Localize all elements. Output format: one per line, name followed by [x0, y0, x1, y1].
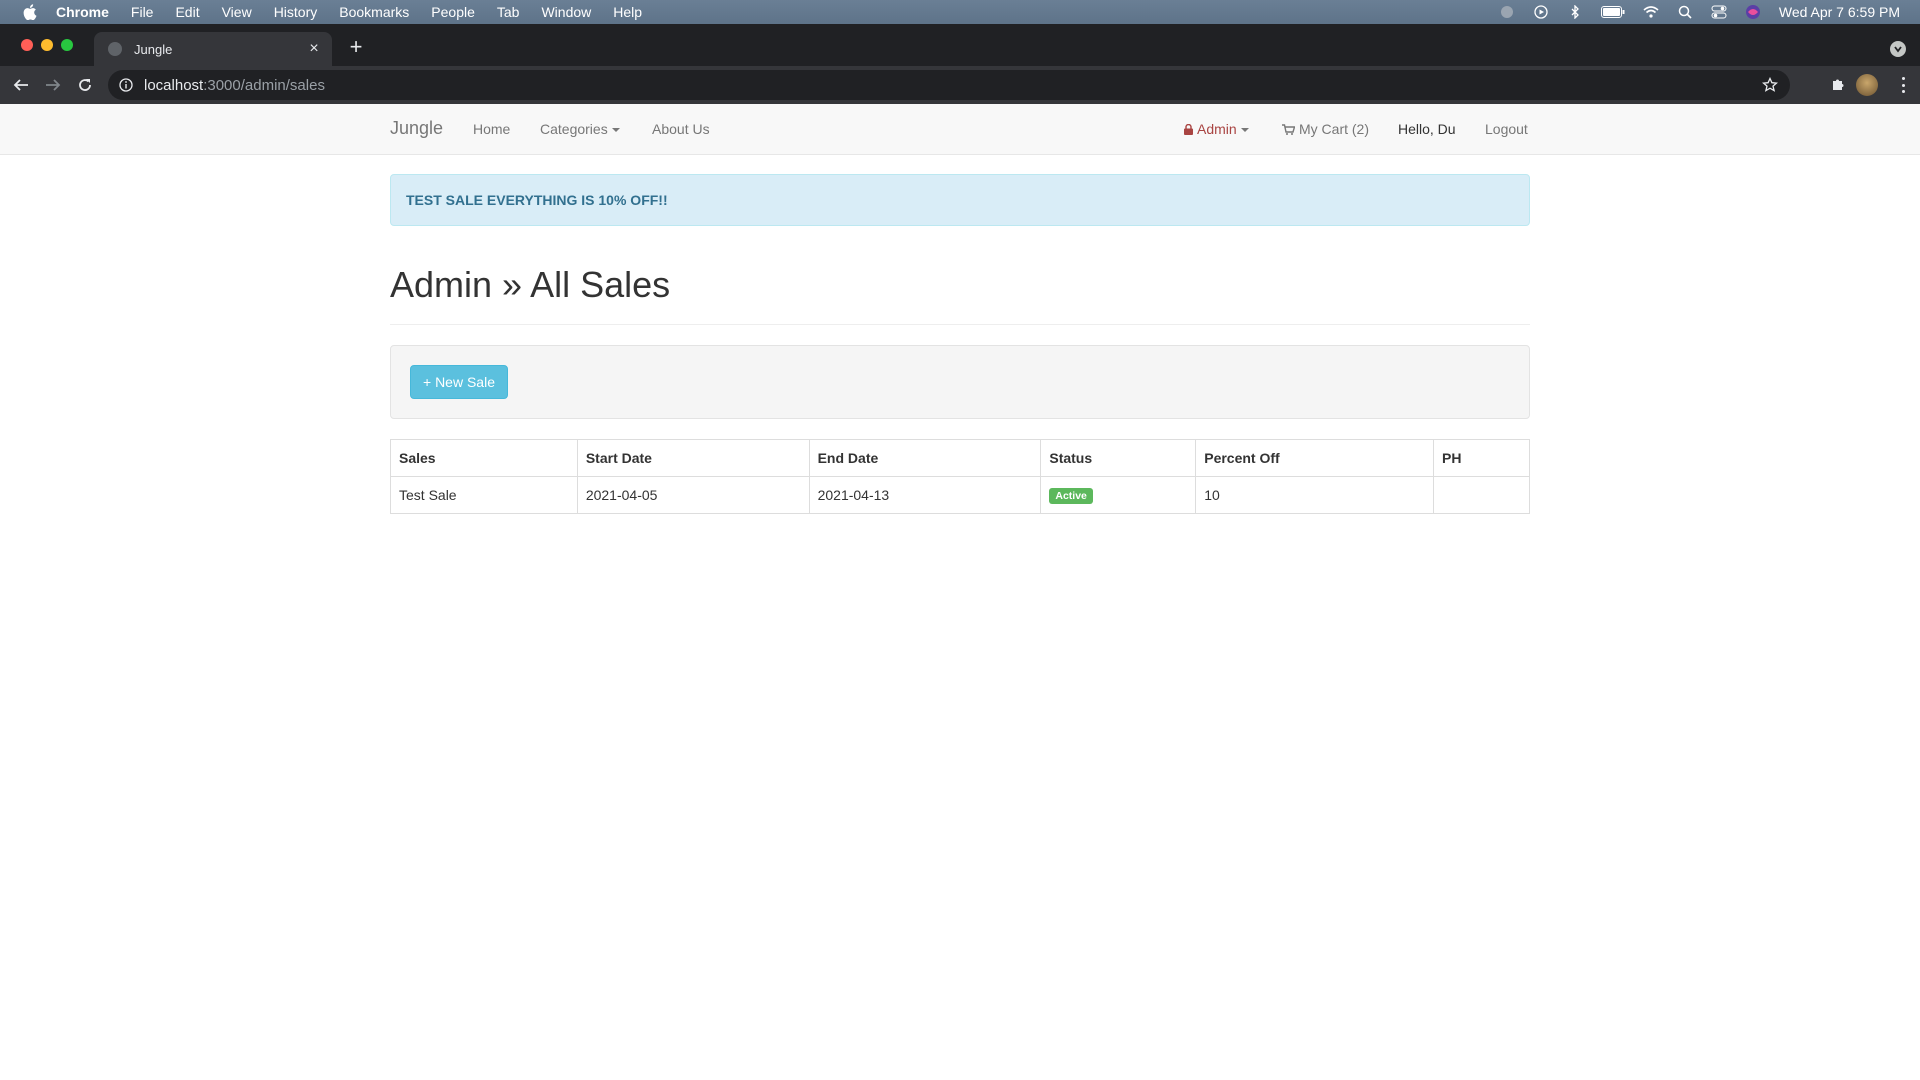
table-header-row: Sales Start Date End Date Status Percent…: [390, 439, 1530, 477]
column-header-percent-off: Percent Off: [1195, 439, 1435, 477]
globe-icon: [108, 42, 122, 56]
title-divider: [390, 324, 1530, 325]
nav-my-cart-label: My Cart (2): [1299, 121, 1369, 137]
reload-icon[interactable]: [75, 75, 95, 95]
column-header-status: Status: [1040, 439, 1197, 477]
tab-title: Jungle: [134, 41, 173, 57]
sales-table: Sales Start Date End Date Status Percent…: [390, 439, 1530, 514]
page-title: Admin » All Sales: [390, 264, 671, 305]
nav-categories-label: Categories: [540, 121, 608, 137]
tab-search-icon[interactable]: [1890, 41, 1906, 57]
caret-down-icon: [1240, 128, 1249, 133]
tab-close-icon[interactable]: ×: [306, 40, 322, 57]
menu-bar-clock[interactable]: Wed Apr 7 6:59 PM: [1779, 4, 1900, 20]
control-center-icon[interactable]: [1711, 4, 1727, 20]
profile-avatar[interactable]: [1856, 74, 1878, 96]
actions-well: + New Sale: [390, 345, 1530, 419]
menu-app-name[interactable]: Chrome: [56, 4, 109, 20]
back-arrow-icon[interactable]: [11, 75, 31, 95]
browser-toolbar: localhost:3000/admin/sales: [0, 66, 1920, 104]
chrome-menu-icon[interactable]: [1900, 77, 1906, 93]
site-brand[interactable]: Jungle: [390, 118, 443, 139]
nav-home[interactable]: Home: [473, 121, 510, 137]
url-host: localhost: [144, 76, 204, 94]
cell-ph: [1433, 476, 1530, 514]
bookmark-star-icon[interactable]: [1761, 76, 1779, 93]
apple-icon[interactable]: [22, 4, 38, 20]
url-path: :3000/admin/sales: [203, 76, 325, 94]
macos-menu-bar: Chrome File Edit View History Bookmarks …: [0, 0, 1920, 24]
menu-help[interactable]: Help: [613, 4, 642, 20]
cell-sale-name: Test Sale: [390, 476, 578, 514]
cell-status: Active: [1040, 476, 1197, 514]
nav-about-us[interactable]: About Us: [652, 121, 710, 137]
play-icon[interactable]: [1533, 4, 1549, 20]
nav-user-greeting: Hello, Du: [1398, 121, 1456, 137]
cell-start-date: 2021-04-05: [576, 476, 810, 514]
site-info-icon[interactable]: [118, 77, 134, 93]
spotlight-search-icon[interactable]: [1677, 4, 1693, 20]
menu-tab[interactable]: Tab: [497, 4, 520, 20]
site-navbar: Jungle Home Categories About Us Admin My…: [0, 104, 1920, 155]
shopping-cart-icon: [1282, 124, 1295, 135]
cell-end-date: 2021-04-13: [808, 476, 1042, 514]
nav-categories-dropdown[interactable]: Categories: [540, 121, 620, 137]
new-tab-button[interactable]: +: [346, 34, 366, 59]
menu-bookmarks[interactable]: Bookmarks: [339, 4, 409, 20]
siri-icon[interactable]: [1745, 4, 1761, 20]
web-page: Jungle Home Categories About Us Admin My…: [0, 104, 1920, 1080]
menu-history[interactable]: History: [274, 4, 318, 20]
column-header-start-date: Start Date: [576, 439, 810, 477]
bluetooth-icon[interactable]: [1567, 4, 1583, 20]
extensions-puzzle-icon[interactable]: [1830, 77, 1846, 93]
caret-down-icon: [611, 128, 620, 133]
column-header-end-date: End Date: [808, 439, 1042, 477]
wifi-icon[interactable]: [1643, 4, 1659, 20]
lock-icon: [1184, 124, 1193, 135]
menu-file[interactable]: File: [131, 4, 154, 20]
cell-percent-off: 10: [1195, 476, 1435, 514]
status-area: Wed Apr 7 6:59 PM: [1499, 0, 1900, 24]
nav-my-cart[interactable]: My Cart (2): [1282, 121, 1369, 137]
record-icon[interactable]: [1499, 4, 1515, 20]
nav-logout[interactable]: Logout: [1485, 121, 1528, 137]
nav-admin-dropdown[interactable]: Admin: [1184, 121, 1249, 137]
window-zoom-button[interactable]: [61, 39, 73, 51]
sale-alert-banner: TEST SALE EVERYTHING IS 10% OFF!!: [390, 174, 1530, 226]
window-close-button[interactable]: [21, 39, 33, 51]
column-header-ph: PH: [1433, 439, 1530, 477]
forward-arrow-icon[interactable]: [43, 75, 63, 95]
window-minimize-button[interactable]: [41, 39, 53, 51]
browser-tab-strip: Jungle × +: [0, 24, 1920, 66]
nav-admin-label: Admin: [1197, 121, 1237, 137]
column-header-sales: Sales: [390, 439, 578, 477]
address-bar[interactable]: localhost:3000/admin/sales: [108, 70, 1790, 100]
table-row: Test Sale 2021-04-05 2021-04-13 Active 1…: [390, 476, 1530, 514]
status-badge: Active: [1049, 487, 1093, 505]
menu-people[interactable]: People: [431, 4, 475, 20]
menu-window[interactable]: Window: [541, 4, 591, 20]
new-sale-button[interactable]: + New Sale: [410, 365, 508, 399]
battery-icon[interactable]: [1600, 4, 1625, 20]
menu-view[interactable]: View: [222, 4, 252, 20]
menu-edit[interactable]: Edit: [175, 4, 199, 20]
browser-tab-active[interactable]: Jungle ×: [94, 32, 332, 66]
